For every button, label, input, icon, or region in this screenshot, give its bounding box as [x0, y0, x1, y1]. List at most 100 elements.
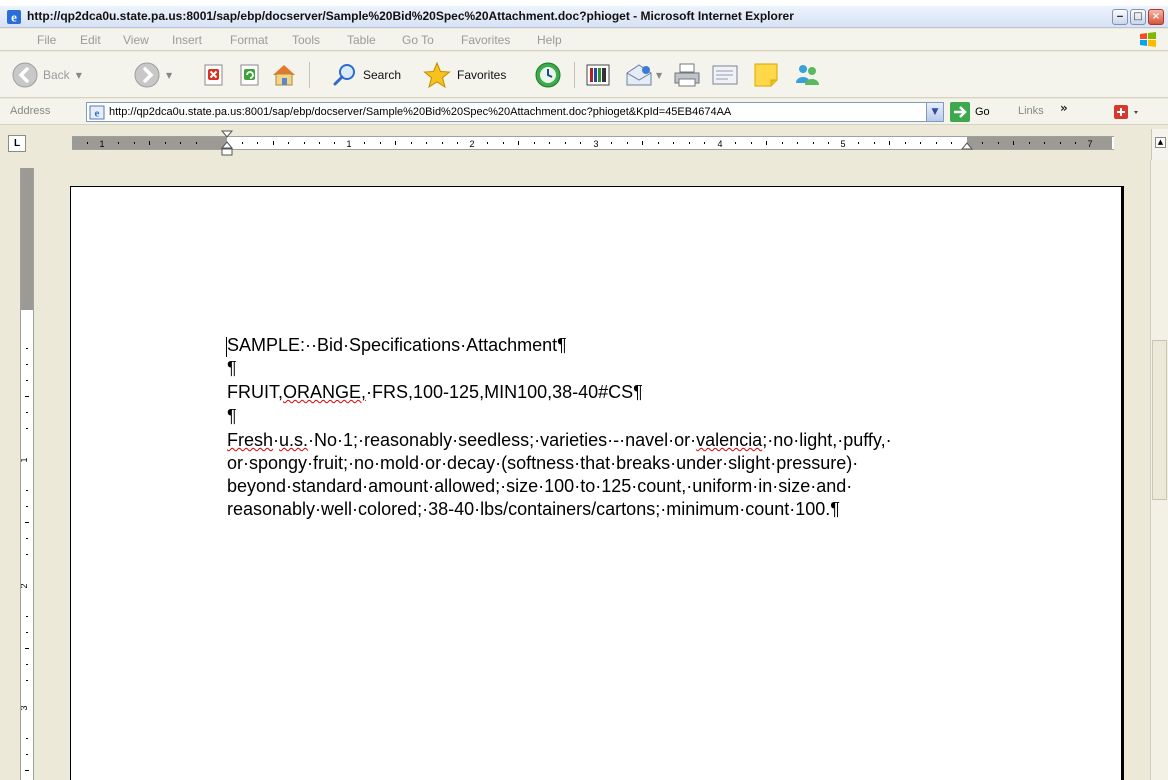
mail-button[interactable]: ▼ [624, 59, 662, 91]
document-title-line: SAMPLE:··Bid·Specifications·Attachment¶ [227, 335, 567, 355]
standard-toolbar: Back ▼ ▼ Search Favorites ▼ [0, 52, 1168, 98]
page-icon: e [89, 105, 105, 120]
vertical-scrollbar[interactable] [1150, 160, 1168, 780]
extension-icon[interactable] [1112, 103, 1142, 121]
misspelled-word: ORANGE, [283, 382, 367, 402]
menu-table[interactable]: Table [347, 33, 376, 47]
discuss-button[interactable] [752, 59, 780, 91]
misspelled-word: u.s. [279, 430, 309, 450]
toolbar-separator [309, 62, 310, 88]
right-indent-marker-icon[interactable] [960, 141, 974, 155]
menu-format[interactable]: Format [230, 33, 268, 47]
menu-goto[interactable]: Go To [402, 33, 434, 47]
menu-bar: File Edit View Insert Format Tools Table… [0, 29, 1168, 51]
links-chevron-icon[interactable]: » [1060, 101, 1068, 115]
spec-paragraph-line: reasonably·well·colored;·38-40·lbs/conta… [227, 499, 840, 519]
links-label[interactable]: Links [1018, 105, 1044, 117]
back-button[interactable]: Back ▼ [12, 59, 82, 91]
address-bar: Address e http://qp2dca0u.state.pa.us:80… [0, 99, 1168, 125]
product-code-text: ·FRS,100-125,MIN100,38-40#CS¶ [366, 382, 643, 402]
back-arrow-icon [12, 62, 38, 88]
menu-edit[interactable]: Edit [80, 33, 101, 47]
address-url: http://qp2dca0u.state.pa.us:8001/sap/ebp… [109, 106, 732, 118]
forward-button[interactable]: ▼ [134, 59, 172, 91]
title-bar: e http://qp2dca0u.state.pa.us:8001/sap/e… [0, 6, 1168, 28]
refresh-icon [240, 64, 259, 86]
svg-text:e: e [11, 10, 17, 25]
scrollbar-thumb[interactable] [1152, 340, 1167, 500]
scrollbar-top: ▲ [1151, 129, 1168, 160]
mail-icon [626, 64, 652, 86]
messenger-button[interactable] [792, 59, 822, 91]
maximize-button[interactable]: □ [1130, 9, 1146, 25]
print-button[interactable] [672, 59, 702, 91]
refresh-button[interactable] [238, 59, 262, 91]
go-arrow-icon [950, 102, 970, 122]
search-button[interactable]: Search [332, 59, 401, 91]
menu-favorites[interactable]: Favorites [461, 33, 510, 47]
back-dropdown-icon[interactable]: ▼ [76, 71, 82, 80]
menu-view[interactable]: View [123, 33, 149, 47]
research-button[interactable] [584, 59, 612, 91]
vertical-ruler[interactable]: 1 1 2 3 [19, 168, 34, 780]
window-title: http://qp2dca0u.state.pa.us:8001/sap/ebp… [27, 9, 794, 23]
scroll-up-arrow-icon[interactable]: ▲ [1155, 137, 1166, 148]
mail-dropdown-icon[interactable]: ▼ [656, 71, 662, 80]
go-label: Go [975, 106, 990, 118]
tab-selector-button[interactable]: L [8, 135, 26, 152]
spec-paragraph-line: beyond·standard·amount·allowed;·size·100… [227, 476, 853, 496]
stop-button[interactable] [202, 59, 226, 91]
address-label: Address [10, 105, 51, 117]
home-button[interactable] [270, 59, 298, 91]
research-book-icon [586, 64, 610, 86]
address-input[interactable]: e http://qp2dca0u.state.pa.us:8001/sap/e… [86, 102, 944, 122]
ruler-number: 5 [840, 139, 845, 149]
ruler-number: 1 [346, 139, 351, 149]
menu-file[interactable]: File [37, 33, 56, 47]
top-margin-shading [21, 168, 33, 310]
stop-icon [204, 64, 223, 86]
search-icon [333, 64, 355, 86]
close-button[interactable]: × [1148, 9, 1164, 25]
search-label: Search [363, 68, 402, 82]
spec-paragraph-line: Fresh·u.s.·No·1;·reasonably·seedless;·va… [227, 430, 892, 451]
history-button[interactable] [534, 59, 562, 91]
favorites-button[interactable]: Favorites [422, 59, 506, 91]
left-indent-marker-icon[interactable] [220, 130, 234, 158]
edit-document-icon [712, 65, 738, 85]
ruler-number: 4 [717, 139, 722, 149]
empty-paragraph-mark: ¶ [227, 358, 237, 378]
misspelled-word: Fresh [227, 430, 274, 450]
ruler-number: 2 [469, 139, 474, 149]
edit-button[interactable] [710, 59, 740, 91]
product-line: FRUIT,ORANGE,·FRS,100-125,MIN100,38-40#C… [227, 382, 643, 403]
menu-help[interactable]: Help [537, 33, 562, 47]
product-text: FRUIT, [227, 382, 283, 402]
document-area: 1 1 2 3 [0, 160, 1168, 780]
empty-paragraph-mark: ¶ [227, 406, 237, 426]
home-icon [273, 65, 295, 86]
toolbar-separator [574, 62, 575, 88]
forward-dropdown-icon[interactable]: ▼ [166, 71, 172, 80]
document-page[interactable]: SAMPLE:··Bid·Specifications·Attachment¶ … [70, 186, 1124, 780]
ruler-number: 1 [99, 139, 104, 149]
go-button[interactable]: Go [950, 102, 990, 122]
printer-icon [674, 63, 700, 87]
ie-window: e http://qp2dca0u.state.pa.us:8001/sap/e… [0, 6, 1168, 780]
misspelled-word: valencia [696, 430, 763, 450]
back-label: Back [43, 68, 70, 82]
menu-tools[interactable]: Tools [292, 33, 320, 47]
menu-insert[interactable]: Insert [172, 33, 202, 47]
ie-icon: e [7, 10, 21, 25]
minimize-button[interactable]: ‒ [1112, 9, 1128, 25]
favorites-star-icon [423, 61, 451, 89]
favorites-label: Favorites [457, 68, 507, 82]
address-dropdown-button[interactable]: ▼ [926, 102, 944, 122]
spec-text: ;·no·light,·puffy,· [762, 430, 892, 450]
history-icon [535, 62, 561, 88]
windows-logo-icon [1140, 32, 1156, 47]
note-icon [754, 63, 778, 87]
ruler-number: 3 [593, 139, 598, 149]
spec-text: ·No·1;·reasonably·seedless;·varieties·-·… [308, 430, 697, 450]
spec-paragraph-line: or·spongy·fruit;·no·mold·or·decay·(softn… [227, 453, 859, 473]
